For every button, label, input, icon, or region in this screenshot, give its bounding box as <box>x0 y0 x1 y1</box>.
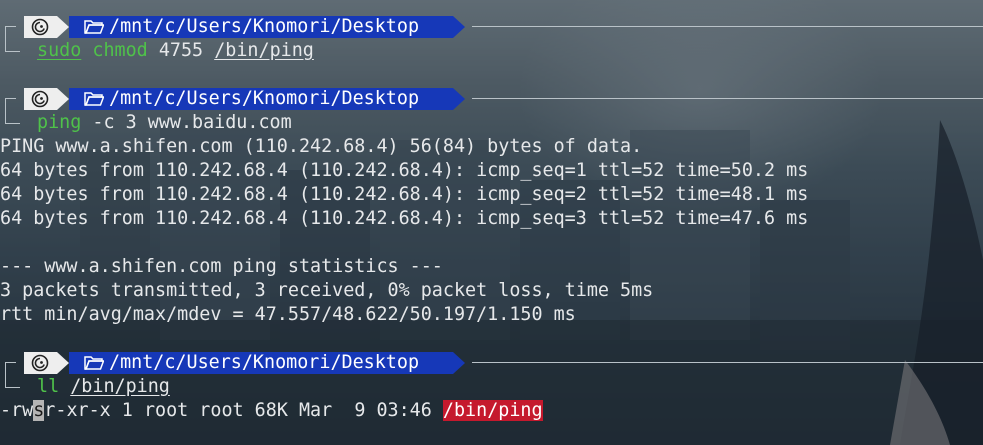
prompt-path-segment: /mnt/c/Users/Knomori/Desktop <box>69 88 453 110</box>
command-arg-path: /bin/ping <box>70 376 170 397</box>
command-line[interactable]: ping -c 3 www.baidu.com <box>0 109 983 135</box>
output-line: 64 bytes from 110.242.68.4 (110.242.68.4… <box>0 160 809 181</box>
command-args: -c 3 www.baidu.com <box>92 112 292 133</box>
prompt-path-text: /mnt/c/Users/Knomori/Desktop <box>109 352 420 373</box>
prompt-path-segment: /mnt/c/Users/Knomori/Desktop <box>69 352 453 374</box>
output-line: rtt min/avg/max/mdev = 47.557/48.622/50.… <box>0 304 576 325</box>
prompt-corner-bottom <box>5 109 20 124</box>
prompt-path-arrow <box>453 352 465 374</box>
output-line: --- www.a.shifen.com ping statistics --- <box>0 256 443 277</box>
prompt-banner: /mnt/c/Users/Knomori/Desktop <box>0 87 983 113</box>
prompt-rule <box>472 26 983 27</box>
debian-swirl-icon <box>31 354 49 372</box>
prompt-banner: /mnt/c/Users/Knomori/Desktop <box>0 15 983 41</box>
prompt-os-arrow <box>57 352 69 374</box>
folder-open-icon <box>84 20 104 34</box>
permissions-prefix: -rw <box>0 400 34 421</box>
prompt-os-segment <box>24 16 57 38</box>
prompt-os-segment <box>24 88 57 110</box>
prompt-rule <box>472 362 983 363</box>
permissions-suffix: r-xr-x <box>44 400 111 421</box>
debian-swirl-icon <box>31 18 49 36</box>
command-line[interactable]: sudo chmod 4755 /bin/ping <box>0 37 983 63</box>
output-line: 64 bytes from 110.242.68.4 (110.242.68.4… <box>0 184 809 205</box>
command-chmod: chmod <box>92 40 148 61</box>
listing-details: 1 root root 68K Mar 9 03:46 <box>110 400 443 421</box>
prompt-corner-bottom <box>5 373 20 388</box>
output-line: 64 bytes from 110.242.68.4 (110.242.68.4… <box>0 208 809 229</box>
command-arg-mode: 4755 <box>158 40 204 61</box>
prompt-path-arrow <box>453 16 465 38</box>
command-ping: ping <box>37 112 82 133</box>
command-arg-path: /bin/ping <box>214 40 314 61</box>
output-line: PING www.a.shifen.com (110.242.68.4) 56(… <box>0 136 643 157</box>
terminal-cursor: s <box>33 400 45 421</box>
folder-open-icon <box>84 356 104 370</box>
prompt-path-text: /mnt/c/Users/Knomori/Desktop <box>109 88 420 109</box>
prompt-path-text: /mnt/c/Users/Knomori/Desktop <box>109 16 420 37</box>
prompt-path-arrow <box>453 88 465 110</box>
prompt-rule <box>472 98 983 99</box>
prompt-path-segment: /mnt/c/Users/Knomori/Desktop <box>69 16 453 38</box>
setuid-filename: /bin/ping <box>442 400 543 421</box>
prompt-banner: /mnt/c/Users/Knomori/Desktop <box>0 351 983 377</box>
command-ll: ll <box>37 376 60 397</box>
listing-line: -rwsr-xr-x 1 root root 68K Mar 9 03:46 /… <box>0 399 543 423</box>
prompt-os-arrow <box>57 16 69 38</box>
folder-open-icon <box>84 92 104 106</box>
prompt-corner-bottom <box>5 37 20 52</box>
command-sudo: sudo <box>37 40 82 61</box>
output-line: 3 packets transmitted, 3 received, 0% pa… <box>0 280 654 301</box>
prompt-os-segment <box>24 352 57 374</box>
prompt-os-arrow <box>57 88 69 110</box>
command-line[interactable]: ll /bin/ping <box>0 373 983 399</box>
debian-swirl-icon <box>31 90 49 108</box>
